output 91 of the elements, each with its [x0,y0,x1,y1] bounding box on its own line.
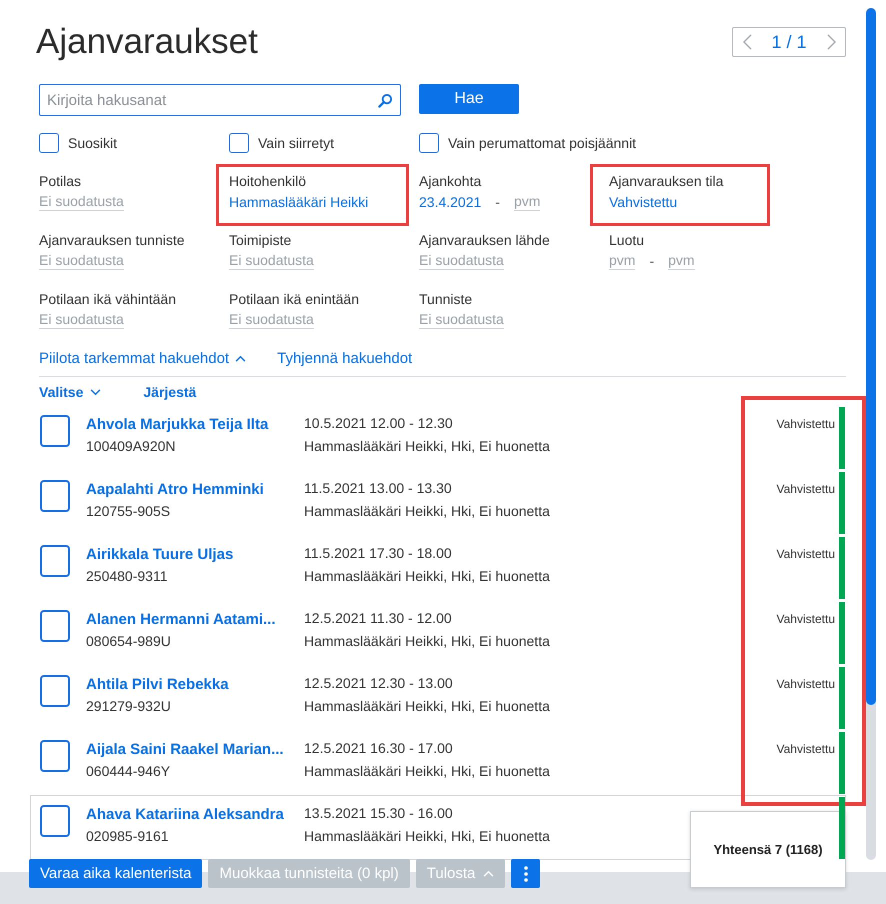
clear-filters-link[interactable]: Tyhjennä hakuehdot [277,350,412,366]
search-button[interactable]: Hae [419,84,519,114]
patient-name[interactable]: Ahtila Pilvi Rebekka [86,675,229,695]
page-title: Ajanvaraukset [36,21,258,63]
row-checkbox[interactable] [40,480,70,512]
status-label: Vahvistettu [776,612,835,626]
filter-placeholder[interactable]: Ei suodatusta [229,311,314,329]
filter-placeholder[interactable]: Ei suodatusta [39,252,124,270]
appointment-location: Hammaslääkäri Heikki, Hki, Ei huonetta [304,502,550,521]
filter-label: Toimipiste [229,231,292,250]
patient-id: 080654-989U [86,632,171,651]
filter-value[interactable]: Vahvistettu [609,193,678,211]
caret-down-icon [90,388,102,396]
filter-placeholder[interactable]: Ei suodatusta [229,252,314,270]
search-field[interactable]: Kirjoita hakusanat [39,84,401,116]
filter-label: Potilaan ikä vähintään [39,290,176,309]
patient-name[interactable]: Aijala Saini Raakel Marian... [86,740,284,760]
filter-label: Tunniste [419,290,472,309]
sort-button[interactable]: Järjestä [143,384,196,400]
patient-name[interactable]: Ahava Katariina Aleksandra [86,805,284,825]
more-vertical-icon [524,866,528,882]
status-label: Vahvistettu [776,482,835,496]
more-button[interactable] [511,859,540,888]
checkbox[interactable] [229,133,249,153]
filter-label: Ajanvarauksen tila [609,172,724,191]
row-checkbox[interactable] [40,805,70,837]
range-separator: - [649,253,654,269]
filter-placeholder[interactable]: Ei suodatusta [419,311,504,329]
patient-name[interactable]: Aapalahti Atro Hemminki [86,480,264,500]
appointment-time: 12.5.2021 16.30 - 17.00 [304,739,453,758]
filter-label: Hoitohenkilö [229,172,306,191]
caret-up-icon [483,870,494,877]
appointment-location: Hammaslääkäri Heikki, Hki, Ei huonetta [304,697,550,716]
appointment-location: Hammaslääkäri Heikki, Hki, Ei huonetta [304,762,550,781]
patient-name[interactable]: Airikkala Tuure Uljas [86,545,234,565]
appointment-time: 11.5.2021 13.00 - 13.30 [304,479,452,498]
patient-id: 250480-9311 [86,567,168,586]
filter-label: Potilas [39,172,82,191]
appointment-time: 10.5.2021 12.00 - 12.30 [304,414,453,433]
appointment-location: Hammaslääkäri Heikki, Hki, Ei huonetta [304,632,550,651]
checkbox-label: Suosikit [68,135,118,151]
hide-filters-link[interactable]: Piilota tarkemmat hakuehdot [39,350,246,366]
status-label: Vahvistettu [776,742,835,756]
appointment-location: Hammaslääkäri Heikki, Hki, Ei huonetta [304,827,550,846]
appointment-time: 12.5.2021 11.30 - 12.00 [304,609,452,628]
filter-label: Potilaan ikä enintään [229,290,359,309]
patient-id: 060444-946Y [86,762,170,781]
chevron-left-icon [742,34,752,50]
filter-label: Luotu [609,231,644,250]
patient-name[interactable]: Alanen Hermanni Aatami... [86,610,276,630]
appointment-time: 12.5.2021 12.30 - 13.00 [304,674,453,693]
select-menu-button[interactable]: Valitse [39,384,102,400]
filter-placeholder[interactable]: Ei suodatusta [419,252,504,270]
page-indicator: 1 / 1 [770,32,808,52]
appointment-time: 11.5.2021 17.30 - 18.00 [304,544,452,563]
filter-label: Ajankohta [419,172,482,191]
checkbox-label: Vain siirretyt [258,135,334,151]
total-count: Yhteensä 7 (1168) [713,842,823,857]
row-checkbox[interactable] [40,545,70,577]
patient-id: 020985-9161 [86,827,169,846]
filter-placeholder[interactable]: pvm [514,193,540,211]
status-label: Vahvistettu [776,547,835,561]
appointment-time: 13.5.2021 15.30 - 16.00 [304,804,453,823]
range-separator: - [495,194,500,210]
checkbox[interactable] [39,133,59,153]
patient-id: 291279-932U [86,697,171,716]
row-checkbox[interactable] [40,610,70,642]
patient-id: 100409A920N [86,437,176,456]
filter-label: Ajanvarauksen tunniste [39,231,185,250]
filter-label: Ajanvarauksen lähde [419,231,550,250]
chevron-right-icon [826,34,836,50]
patient-name[interactable]: Ahvola Marjukka Teija Ilta [86,415,268,435]
search-icon[interactable] [378,93,393,108]
action-button[interactable]: Varaa aika kalenterista [29,859,202,888]
status-label: Vahvistettu [776,417,835,431]
filter-placeholder[interactable]: Ei suodatusta [39,193,124,211]
checkbox[interactable] [419,133,439,153]
filter-value[interactable]: Hammaslääkäri Heikki [229,193,368,211]
row-checkbox[interactable] [40,740,70,772]
patient-id: 120755-905S [86,502,170,521]
checkbox-label: Vain perumattomat poisjäännit [448,135,636,151]
status-label: Vahvistettu [776,677,835,691]
scrollbar-thumb[interactable] [866,8,876,705]
filter-value[interactable]: 23.4.2021 [419,193,482,211]
filter-placeholder[interactable]: pvm [609,252,636,270]
row-checkbox[interactable] [40,675,70,707]
row-checkbox[interactable] [40,415,70,447]
appointment-location: Hammaslääkäri Heikki, Hki, Ei huonetta [304,437,550,456]
filter-placeholder[interactable]: pvm [668,252,695,270]
filter-placeholder[interactable]: Ei suodatusta [39,311,124,329]
appointment-location: Hammaslääkäri Heikki, Hki, Ei huonetta [304,567,550,586]
